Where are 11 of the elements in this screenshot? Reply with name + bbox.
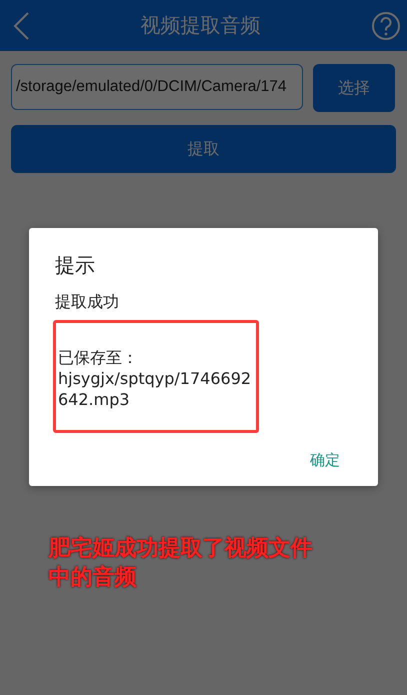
help-icon[interactable] — [371, 10, 401, 40]
choose-button[interactable]: 选择 — [313, 64, 395, 112]
success-message: 提取成功 — [55, 292, 120, 313]
confirm-button[interactable]: 确定 — [306, 447, 344, 474]
annotation-text: 肥宅姬成功提取了视频文件中的音频 — [48, 534, 314, 592]
extract-button[interactable]: 提取 — [11, 125, 396, 173]
saved-path-text: 已保存至：hjsygjx/sptqyp/1746692642.mp3 — [58, 347, 252, 410]
dialog-title: 提示 — [55, 252, 96, 279]
back-icon[interactable] — [12, 10, 30, 40]
file-path-field[interactable]: /storage/emulated/0/DCIM/Camera/174 — [11, 64, 303, 110]
screen-title: 视频提取音频 — [140, 14, 260, 39]
